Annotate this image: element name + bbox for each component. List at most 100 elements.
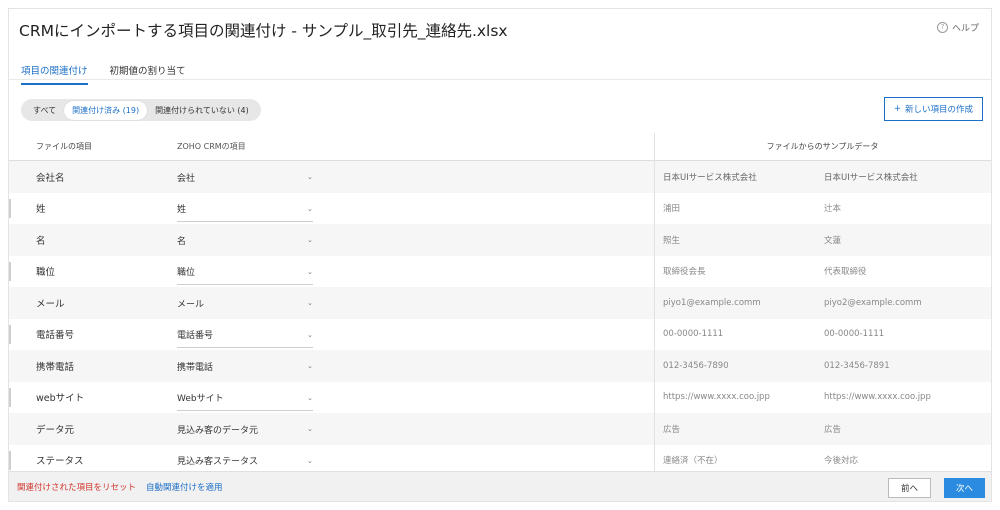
sample-value-2: 012-3456-7891 [824,360,890,371]
plus-icon: + [893,104,901,114]
sample-value-1: 取締役会長 [663,267,706,278]
filter-unmapped[interactable]: 関連付けられていない (4) [147,101,257,120]
sample-value-2: piyo2@example.comm [824,297,922,308]
crm-field-select[interactable]: 電話番号 ⌄ [177,323,313,348]
sample-value-2: 日本UIサービス株式会社 [824,172,918,183]
filter-all[interactable]: すべて [25,101,64,120]
sample-value-2: 辻本 [824,204,842,215]
chevron-down-icon: ⌄ [307,299,313,308]
sample-value-2: 文蓮 [824,235,842,246]
mapping-table: ファイルの項目 ZOHO CRMの項目 ファイルからのサンプルデータ 会社名 会社… [9,133,991,476]
file-field-name: webサイト [36,393,85,405]
sample-value-1: 012-3456-7890 [663,360,729,371]
chevron-down-icon: ⌄ [307,204,313,213]
table-row: 会社名 会社 ⌄ 日本UIサービス株式会社 日本UIサービス株式会社 [9,161,991,193]
crm-field-select[interactable]: 名 ⌄ [177,228,313,254]
crm-field-value: 電話番号 [177,331,214,342]
crm-field-select[interactable]: 携帯電話 ⌄ [177,354,313,380]
chevron-down-icon: ⌄ [307,425,313,434]
file-field-name: データ元 [36,424,75,436]
import-mapping-window: CRMにインポートする項目の関連付け - サンプル_取引先_連絡先.xlsx ?… [8,8,992,502]
sample-value-1: https://www.xxxx.coo.jpp [663,392,770,403]
crm-field-select[interactable]: メール ⌄ [177,291,313,317]
chevron-down-icon: ⌄ [307,456,313,465]
crm-field-select[interactable]: 職位 ⌄ [177,260,313,285]
crm-field-select[interactable]: Webサイト ⌄ [177,386,313,411]
row-indicator [9,198,11,218]
row-indicator [9,324,11,344]
header-sample-data: ファイルからのサンプルデータ [766,142,879,151]
sample-value-2: 代表取締役 [824,267,867,278]
sample-value-1: piyo1@example.comm [663,297,761,308]
sample-value-2: 00-0000-1111 [824,329,885,340]
tabs-divider [9,79,991,80]
chevron-down-icon: ⌄ [307,173,313,182]
sample-value-1: 連絡済（不在） [663,456,723,467]
next-button[interactable]: 次へ [943,478,985,498]
table-row: 姓姓 ⌄ 浦田 辻本 [9,193,991,225]
crm-field-select[interactable]: 見込み客のデータ元 ⌄ [177,417,313,443]
file-field-name: メール [36,298,65,310]
help-label: ヘルプ [951,24,979,34]
table-row: メール メール ⌄ piyo1@example.comm piyo2@example.c… [9,287,991,319]
reset-mapping-link[interactable]: 関連付けされた項目をリセット [17,481,136,493]
file-field-name: 電話番号 [36,330,75,342]
file-field-name: 職位 [36,267,56,279]
table-row: 携帯電話 携帯電話 ⌄ 012-3456-7890 012-3456-7891 [9,350,991,382]
table-row: webサイト Webサイト ⌄ https://www.xxxx.coo.jpp htt… [9,382,991,414]
crm-field-value: 職位 [177,268,196,279]
table-row: データ元 見込み客のデータ元 ⌄ 広告 広告 [9,413,991,445]
row-indicator [9,387,11,407]
file-field-name: 姓 [36,204,46,216]
crm-field-value: Webサイト [177,394,224,405]
page-title: CRMにインポートする項目の関連付け - サンプル_取引先_連絡先.xlsx [19,22,508,40]
table-row: 名名 ⌄ 照生 文蓮 [9,224,991,256]
sample-column-divider [654,133,655,471]
crm-field-value: 携帯電話 [177,362,214,373]
table-row: 電話番号 電話番号 ⌄ 00-0000-1111 00-0000-1111 [9,319,991,351]
help-link[interactable]: ? ヘルプ [936,21,979,34]
chevron-down-icon: ⌄ [307,330,313,339]
previous-button[interactable]: 前へ [887,478,931,498]
filter-segment: すべて 関連付け済み (19) 関連付けられていない (4) [21,99,261,121]
crm-field-value: 見込み客のデータ元 [177,425,259,436]
table-row: 職位 職位 ⌄ 取締役会長 代表取締役 [9,256,991,288]
sample-value-1: 浦田 [663,204,681,215]
sample-value-2: 今後対応 [824,456,859,467]
file-field-name: 名 [36,235,46,247]
chevron-down-icon: ⌄ [307,362,313,371]
filter-mapped[interactable]: 関連付け済み (19) [64,100,148,120]
sample-value-2: https://www.xxxx.coo.jpp [824,392,931,403]
crm-field-value: 名 [177,236,187,247]
header-file-field: ファイルの項目 [36,142,92,151]
chevron-down-icon: ⌄ [307,267,313,276]
table-header: ファイルの項目 ZOHO CRMの項目 ファイルからのサンプルデータ [9,133,991,161]
crm-field-select[interactable]: 姓 ⌄ [177,197,313,222]
tab-field-mapping[interactable]: 項目の関連付け [21,63,88,85]
sample-value-1: 広告 [663,424,681,435]
row-indicator [9,261,11,281]
chevron-down-icon: ⌄ [307,236,313,245]
table-body: 会社名 会社 ⌄ 日本UIサービス株式会社 日本UIサービス株式会社姓姓 ⌄ 浦田 辻本名名 ⌄… [9,161,991,476]
footer-bar: 関連付けされた項目をリセット 自動関連付けを適用 前へ 次へ [9,471,991,501]
crm-field-select[interactable]: 会社 ⌄ [177,165,313,191]
sample-value-1: 00-0000-1111 [663,329,724,340]
auto-mapping-link[interactable]: 自動関連付けを適用 [146,481,223,493]
tab-bar: 項目の関連付け 初期値の割り当て [21,63,186,85]
sample-value-2: 広告 [824,424,842,435]
tab-default-values[interactable]: 初期値の割り当て [110,63,186,85]
file-field-name: 会社名 [36,172,65,184]
create-field-button[interactable]: + 新しい項目の作成 [883,97,983,121]
crm-field-value: メール [177,299,205,310]
row-indicator [9,450,11,470]
crm-field-value: 会社 [177,173,196,184]
crm-field-value: 見込み客ステータス [177,457,259,468]
crm-field-value: 姓 [177,205,187,216]
header-crm-field: ZOHO CRMの項目 [177,142,246,151]
file-field-name: 携帯電話 [36,361,75,373]
file-field-name: ステータス [36,456,84,468]
sample-value-1: 日本UIサービス株式会社 [663,172,757,183]
help-icon: ? [936,22,948,33]
sample-value-1: 照生 [663,235,681,246]
create-field-label: 新しい項目の作成 [904,105,973,115]
